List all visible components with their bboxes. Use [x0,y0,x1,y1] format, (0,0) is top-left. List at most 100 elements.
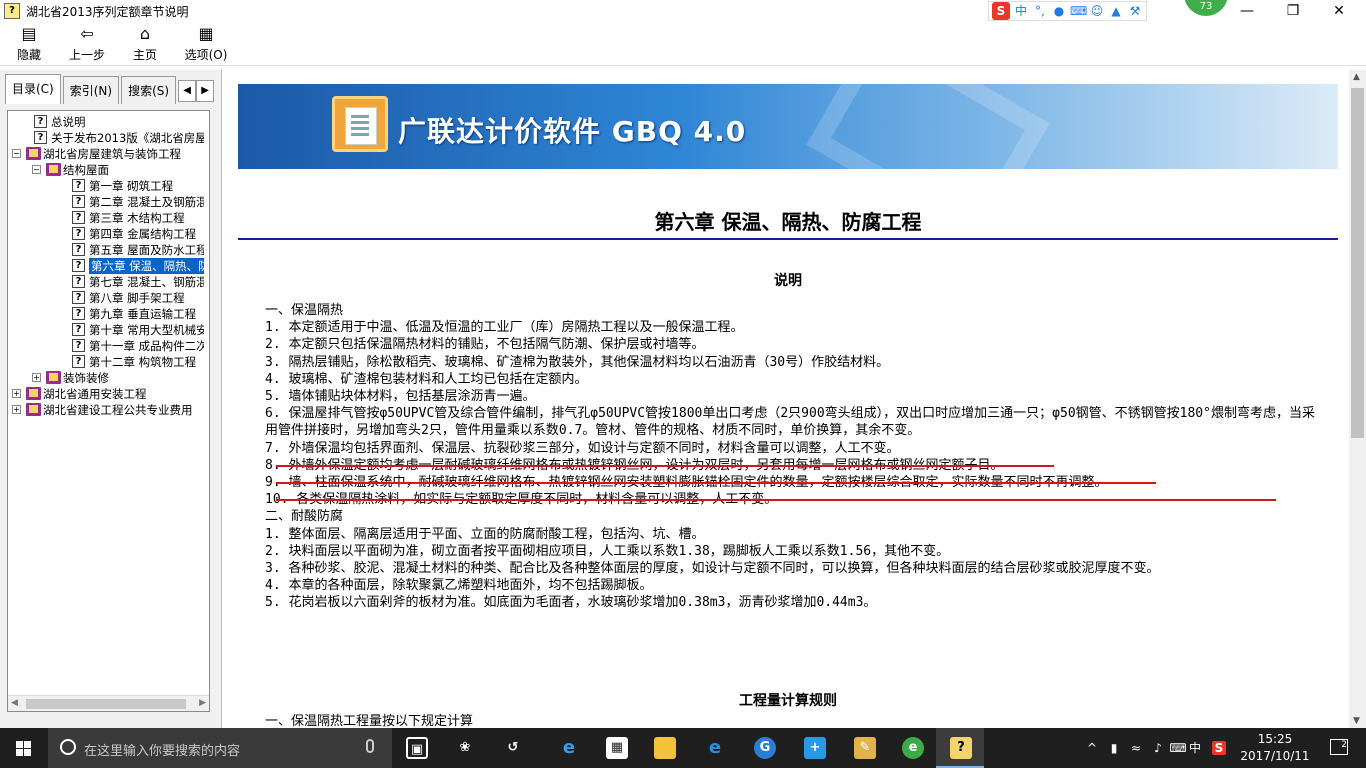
scroll-thumb[interactable] [1351,88,1364,438]
tree-item[interactable]: ? 第十章 常用大型机械安 [8,322,204,338]
minimize-button[interactable]: — [1224,0,1270,22]
options-icon: ▦ [198,24,214,43]
tree-item[interactable]: ? 关于发布2013版《湖北省房屋 [8,130,204,146]
expand-icon[interactable]: + [12,389,21,398]
tree-item[interactable]: ? 第八章 脚手架工程 [8,290,204,306]
user-icon[interactable]: ☺ [1089,3,1105,19]
pinwheel-icon: ❀ [459,740,471,755]
taskbar-app-ie[interactable]: e [690,728,738,768]
contents-tree[interactable]: ? 总说明? 关于发布2013版《湖北省房屋 − 湖北省房屋建筑与装饰工程 − 结构屋面? 第… [7,110,210,712]
task-view-icon: ▣ [406,737,428,759]
close-button[interactable]: ✕ [1316,0,1362,22]
expand-icon[interactable]: + [12,405,21,414]
ime-mode-indicator[interactable]: 中 [1186,728,1204,768]
internet-explorer-icon: e [708,737,722,758]
tab-search[interactable]: 搜索(S) [121,76,177,104]
tree-item[interactable]: ? 第十一章 成品构件二次 [8,338,204,354]
taskbar-app-notes[interactable]: ✎ [840,728,888,768]
sogou-tray-icon[interactable]: S [1210,728,1228,768]
ime-mode[interactable]: 中 [1013,3,1029,19]
start-button[interactable] [0,728,48,768]
hide-button[interactable]: ▤ 隐藏 [0,22,58,65]
action-center-icon[interactable]: 2 [1330,739,1348,755]
tree-item[interactable]: ? 第三章 木结构工程 [8,210,204,226]
scroll-up-icon[interactable]: ▲ [1353,72,1360,82]
expand-icon[interactable]: + [32,373,41,382]
taskbar-app-glodon[interactable]: G [740,728,788,768]
microphone-icon[interactable] [366,739,374,753]
store-icon: ▦ [606,737,628,759]
tree-item[interactable]: ? 第四章 金属结构工程 [8,226,204,242]
restore-button[interactable]: ❐ [1270,0,1316,22]
battery-icon[interactable]: ▮ [1104,728,1124,768]
scroll-right-icon[interactable]: ▶ [199,698,206,708]
volume-icon[interactable]: ♪ [1148,728,1168,768]
clock[interactable]: 15:25 2017/10/11 [1240,731,1310,765]
calc-rules-first-line: 一、保温隔热工程量按以下规定计算 [265,714,474,728]
taskbar-app-plus[interactable]: + [790,728,838,768]
help-page-icon: ? [72,227,85,240]
wifi-icon[interactable]: ≈ [1126,728,1146,768]
tab-index[interactable]: 索引(N) [62,76,120,104]
show-hidden-icons[interactable]: ^ [1082,728,1102,768]
taskbar-app-green[interactable]: e [888,728,936,768]
tree-item[interactable]: ? 第一章 砌筑工程 [8,178,204,194]
content-vertical-scrollbar[interactable]: ▲ ▼ [1349,70,1366,728]
list-item: 1. 本定额适用于中温、低温及恒温的工业厂（库）房隔热工程以及一般保温工程。 [265,320,744,336]
tree-item[interactable]: − 湖北省房屋建筑与装饰工程 [8,146,204,162]
tree-item-label: 第十二章 构筑物工程 [89,355,197,369]
tree-item[interactable]: + 湖北省通用安装工程 [8,386,204,402]
edge-icon: e [562,737,576,758]
help-page-icon: ? [72,323,85,336]
ime-punct[interactable]: °, [1032,3,1048,19]
keyboard-icon[interactable]: ⌨ [1070,3,1087,19]
annotation-underline [276,482,1156,484]
tree-item[interactable]: ? 第二章 混凝土及钢筋混 [8,194,204,210]
taskbar-app-store[interactable]: ▦ [592,728,640,768]
tab-scroll-right-icon[interactable]: ▶ [196,80,215,102]
microphone-icon[interactable]: ● [1051,3,1067,19]
collapse-icon[interactable]: − [12,149,21,158]
home-button[interactable]: ⌂ 主页 [116,22,174,65]
tree-item[interactable]: ? 第十二章 构筑物工程 [8,354,204,370]
tree-item[interactable]: − 结构屋面 [8,162,204,178]
collapse-icon[interactable]: − [32,165,41,174]
list-item: 2. 本定额只包括保温隔热材料的铺贴，不包括隔气防潮、保护层或衬墙等。 [265,337,705,353]
touch-keyboard-icon[interactable]: ⌨ [1168,728,1188,768]
taskbar-app-spiral[interactable]: ↺ [488,728,536,768]
taskbar-app-edge[interactable]: e [544,728,592,768]
scroll-thumb[interactable] [26,699,186,709]
navigation-pane: 目录(C) 索引(N) 搜索(S) ◀ ▶ ? 总说明? 关于发布2013版《湖北省… [0,70,222,728]
tab-scroll-left-icon[interactable]: ◀ [178,80,197,102]
tree-item[interactable]: ? 总说明 [8,114,204,130]
home-icon: ⌂ [139,24,151,43]
wrench-icon[interactable]: ⚒ [1127,3,1143,19]
tree-item-label: 第三章 木结构工程 [89,211,185,225]
shirt-icon[interactable]: ▲ [1108,3,1124,19]
scroll-left-icon[interactable]: ◀ [11,698,18,708]
scroll-down-icon[interactable]: ▼ [1353,716,1360,726]
taskbar-search[interactable]: 在这里输入你要搜索的内容 [48,728,392,768]
options-button[interactable]: ▦ 选项(O) [174,22,238,65]
tree-item[interactable]: ? 第九章 垂直运输工程 [8,306,204,322]
calc-rules-title: 工程量计算规则 [739,693,837,709]
tree-item-label: 关于发布2013版《湖北省房屋 [51,131,204,145]
tree-item[interactable]: ? 第七章 混凝土、钢筋混 [8,274,204,290]
tree-item[interactable]: + 湖北省建设工程公共专业费用 [8,402,204,418]
taskbar-app-explorer[interactable] [640,728,688,768]
list-item: 1. 整体面层、隔离层适用于平面、立面的防腐耐酸工程，包括沟、坑、槽。 [265,526,705,542]
tree-item[interactable]: + 装饰装修 [8,370,204,386]
task-view-button[interactable]: ▣ [392,728,440,768]
tree-item[interactable]: ? 第五章 屋面及防水工程 [8,242,204,258]
ime-toolbar[interactable]: S 中 °, ● ⌨ ☺ ▲ ⚒ [988,1,1147,21]
sogou-logo-icon[interactable]: S [992,2,1010,20]
tree-horizontal-scrollbar[interactable]: ◀ ▶ [8,695,209,711]
taskbar-app-help[interactable]: ? [936,728,984,768]
search-placeholder: 在这里输入你要搜索的内容 [84,744,241,759]
taskbar-app-pinwheel[interactable]: ❀ [440,728,488,768]
tree-item[interactable]: ? 第六章 保温、隔热、防 [8,258,204,274]
product-banner: 广联达计价软件 GBQ 4.0 [238,84,1338,169]
back-button[interactable]: ⇦ 上一步 [58,22,116,65]
tab-contents[interactable]: 目录(C) [5,74,61,104]
glodon-logo-icon [332,96,388,152]
